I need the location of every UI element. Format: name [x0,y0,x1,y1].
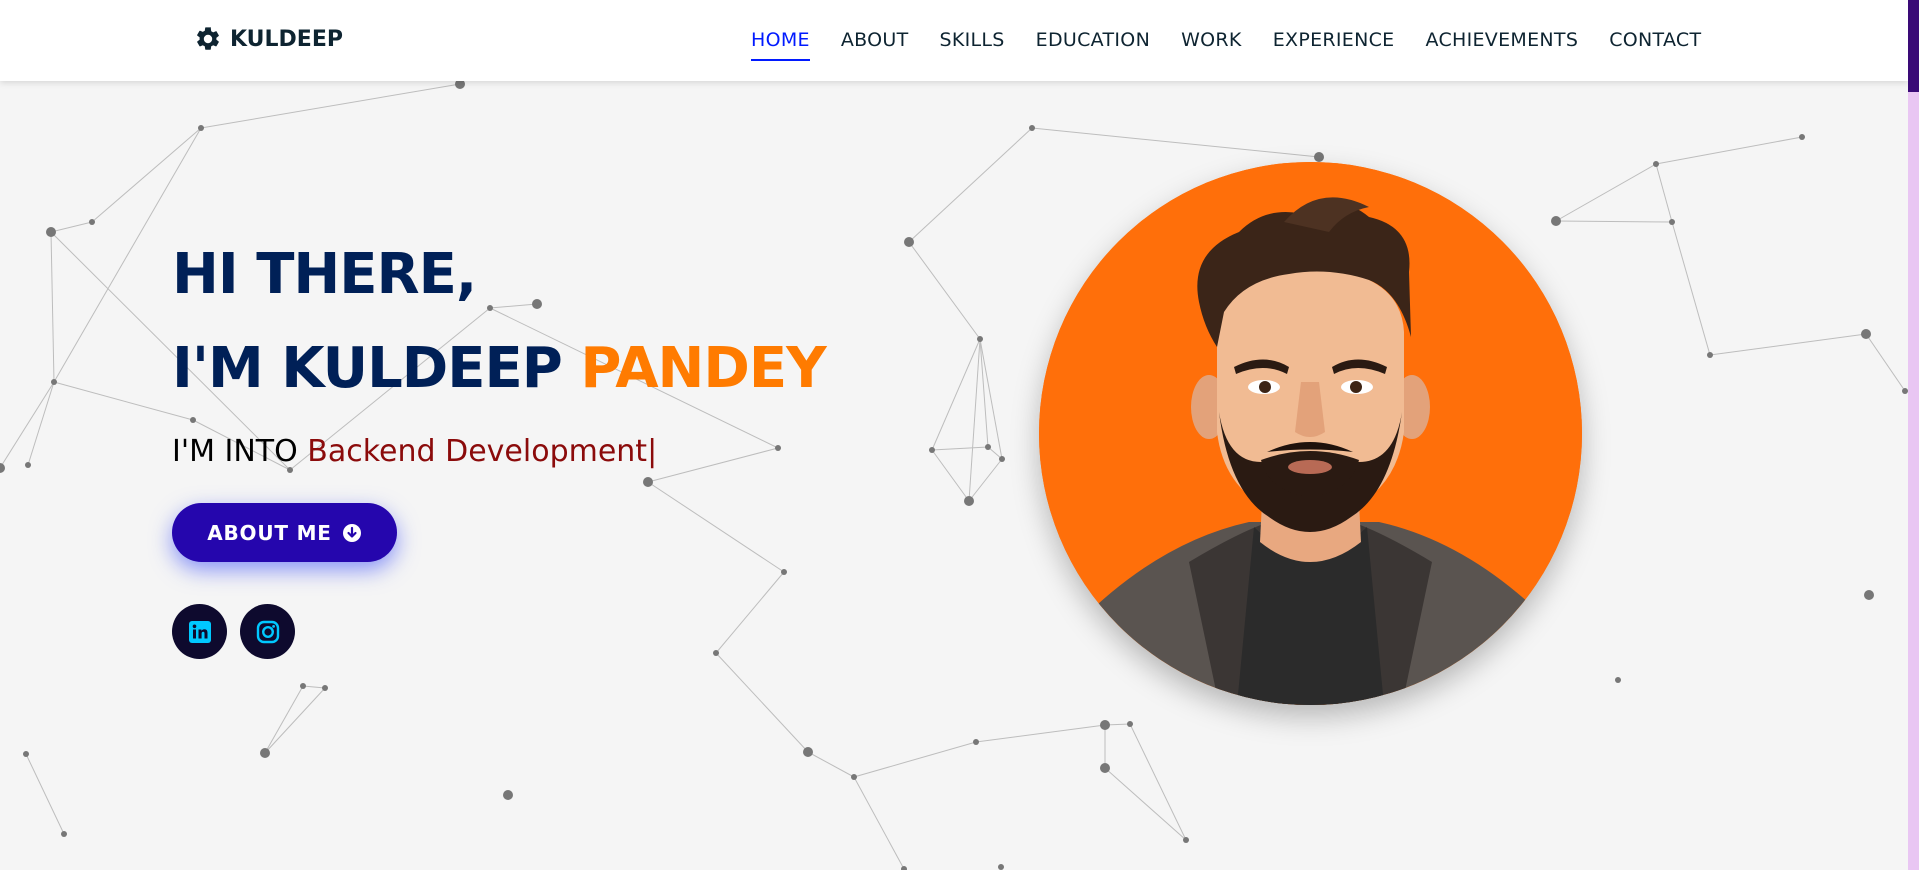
hero-sub-prefix: I'M INTO [172,434,298,469]
scrollbar[interactable] [1908,0,1919,870]
typing-cursor: | [647,434,658,469]
navbar: KULDEEP HOME ABOUT SKILLS EDUCATION WORK… [0,0,1908,81]
scrollbar-thumb[interactable] [1908,0,1919,92]
nav-about[interactable]: ABOUT [841,29,909,61]
typed-text: Backend Development [307,434,648,469]
nav-achievements[interactable]: ACHIEVEMENTS [1425,29,1578,61]
brand-name: KULDEEP [230,26,343,52]
hero-greeting: HI THERE, [172,242,477,307]
brand-logo[interactable]: KULDEEP [194,25,343,53]
nav-experience[interactable]: EXPERIENCE [1273,29,1395,61]
gear-icon [197,27,219,50]
arrow-down-circle-icon [342,523,361,542]
hero-intro: I'M KULDEEP [172,336,563,401]
nav-education[interactable]: EDUCATION [1036,29,1150,61]
nav-menu: HOME ABOUT SKILLS EDUCATION WORK EXPERIE… [751,29,1732,61]
nav-skills[interactable]: SKILLS [940,29,1005,61]
avatar [1039,162,1582,705]
linkedin-button[interactable] [172,604,227,659]
social-links [172,604,826,659]
nav-contact[interactable]: CONTACT [1609,29,1701,61]
page: KULDEEP HOME ABOUT SKILLS EDUCATION WORK… [0,0,1919,870]
about-me-label: ABOUT ME [207,520,332,545]
nav-work[interactable]: WORK [1181,29,1242,61]
avatar-illustration [1039,162,1582,705]
hero-heading: HI THERE, I'M KULDEEP PANDEY [172,228,827,416]
hero-subtitle: I'M INTO Backend Development| [172,434,826,469]
linkedin-icon [188,620,211,643]
nav-home[interactable]: HOME [751,29,810,61]
instagram-button[interactable] [240,604,295,659]
hero-name-highlight: PANDEY [580,336,826,401]
hero-section: HI THERE, I'M KULDEEP PANDEY I'M INTO Ba… [172,228,827,659]
instagram-icon [256,620,279,643]
about-me-button[interactable]: ABOUT ME [172,503,397,562]
